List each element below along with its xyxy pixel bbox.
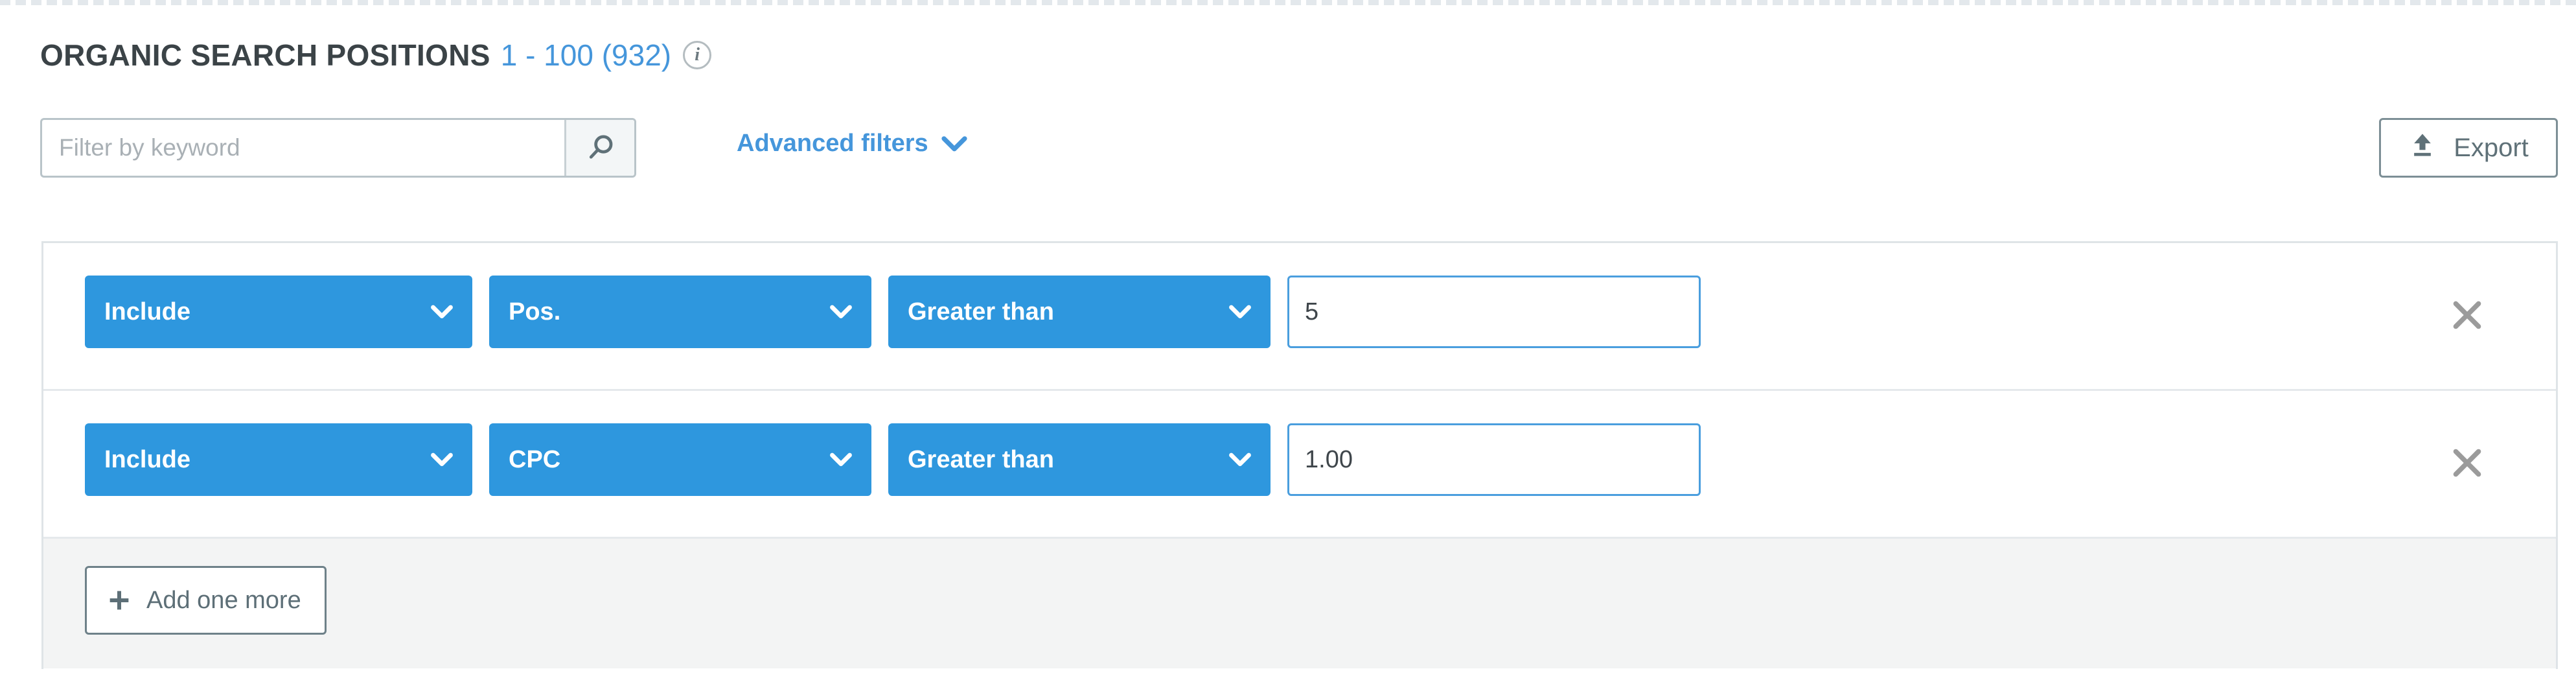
filter-panel-footer: Add one more bbox=[43, 539, 2556, 668]
filter-condition-dropdown[interactable]: Greater than bbox=[888, 276, 1271, 348]
search-icon bbox=[584, 131, 617, 165]
add-one-more-label: Add one more bbox=[146, 586, 301, 614]
filter-value-input[interactable] bbox=[1287, 423, 1701, 496]
filter-operator-dropdown[interactable]: Include bbox=[85, 423, 472, 496]
chevron-down-icon bbox=[431, 453, 453, 467]
filter-row: Include CPC Greater than 1.00 bbox=[43, 391, 2556, 539]
keyword-search-box bbox=[40, 118, 636, 178]
filter-condition-dropdown[interactable]: Greater than bbox=[888, 423, 1271, 496]
chevron-down-icon bbox=[941, 135, 967, 152]
top-dashed-divider bbox=[0, 0, 2576, 5]
filter-condition-label: Greater than bbox=[908, 445, 1054, 473]
add-one-more-button[interactable]: Add one more bbox=[85, 566, 327, 635]
filter-field-dropdown[interactable]: CPC bbox=[489, 423, 871, 496]
filter-operator-label: Include bbox=[104, 445, 191, 473]
advanced-filters-panel: Include Pos. Greater than 5 Include CPC … bbox=[41, 241, 2558, 669]
filter-field-label: Pos. bbox=[509, 298, 561, 325]
filter-condition-label: Greater than bbox=[908, 298, 1054, 325]
advanced-filters-label: Advanced filters bbox=[737, 130, 928, 157]
upload-icon bbox=[2408, 130, 2437, 165]
export-button[interactable]: Export bbox=[2379, 118, 2558, 178]
filter-value-input[interactable] bbox=[1287, 276, 1701, 348]
filter-field-dropdown[interactable]: Pos. bbox=[489, 276, 871, 348]
results-range-count: 1 - 100 (932) bbox=[500, 38, 672, 72]
remove-filter-button[interactable] bbox=[2438, 391, 2496, 537]
filter-row-controls: Include CPC Greater than 1.00 bbox=[85, 423, 1701, 496]
search-input[interactable] bbox=[42, 120, 564, 176]
close-icon bbox=[2447, 295, 2487, 337]
close-icon bbox=[2447, 443, 2487, 485]
chevron-down-icon bbox=[1229, 305, 1251, 319]
section-header: ORGANIC SEARCH POSITIONS 1 - 100 (932) i bbox=[40, 38, 712, 72]
chevron-down-icon bbox=[830, 453, 852, 467]
filter-row: Include Pos. Greater than 5 bbox=[43, 243, 2556, 391]
export-label: Export bbox=[2454, 133, 2529, 162]
advanced-filters-toggle[interactable]: Advanced filters bbox=[737, 130, 967, 158]
plus-icon bbox=[106, 587, 132, 613]
remove-filter-button[interactable] bbox=[2438, 243, 2496, 389]
filter-operator-dropdown[interactable]: Include bbox=[85, 276, 472, 348]
search-button[interactable] bbox=[564, 120, 634, 176]
filter-toolbar: Advanced filters Export bbox=[40, 118, 2558, 180]
chevron-down-icon bbox=[431, 305, 453, 319]
chevron-down-icon bbox=[1229, 453, 1251, 467]
page-title: ORGANIC SEARCH POSITIONS bbox=[40, 38, 490, 72]
filter-field-label: CPC bbox=[509, 445, 561, 473]
chevron-down-icon bbox=[830, 305, 852, 319]
organic-search-positions-panel: ORGANIC SEARCH POSITIONS 1 - 100 (932) i… bbox=[0, 0, 2576, 682]
info-icon[interactable]: i bbox=[683, 41, 712, 69]
filter-operator-label: Include bbox=[104, 298, 191, 325]
filter-row-controls: Include Pos. Greater than 5 bbox=[85, 276, 1701, 348]
